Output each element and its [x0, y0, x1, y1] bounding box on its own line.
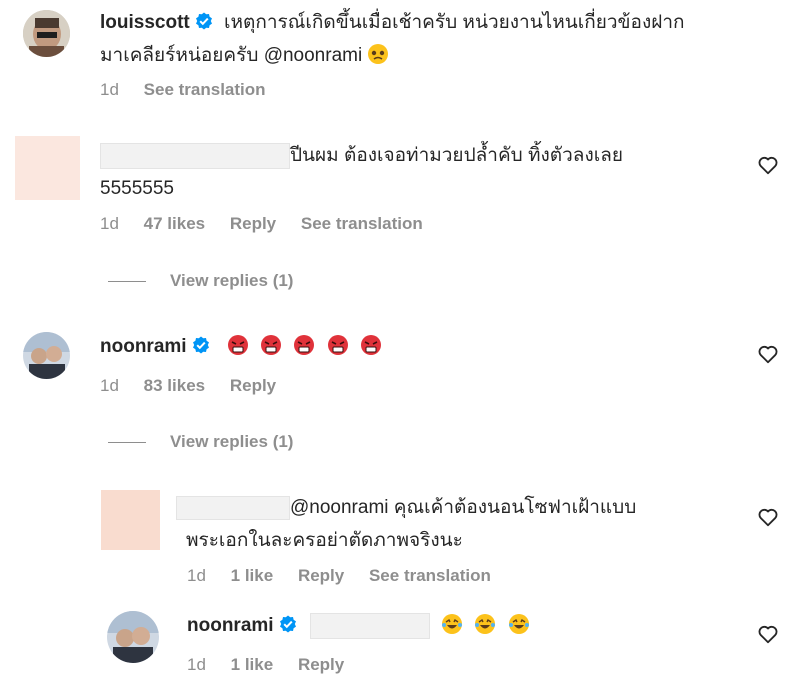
username[interactable]: noonrami	[100, 336, 187, 357]
angry-face-emoji	[294, 335, 315, 355]
comment-text: ปีนผม ต้องเจอท่ามวยปล้ำคับ ทิ้งตัวลงเลย …	[100, 139, 740, 205]
angry-face-emoji	[261, 335, 282, 355]
comment-meta: 1d 83 likes Reply	[100, 376, 296, 396]
view-replies-label: View replies (1)	[170, 271, 294, 290]
username[interactable]: noonrami	[187, 615, 274, 636]
divider-line	[108, 281, 146, 283]
comment-meta: 1d 1 like Reply	[187, 655, 364, 675]
redacted-username	[176, 495, 290, 520]
likes-count[interactable]: 47 likes	[144, 214, 205, 233]
timestamp[interactable]: 1d	[100, 214, 119, 233]
username[interactable]: louisscott	[100, 12, 190, 33]
avatar[interactable]	[101, 490, 160, 550]
comment-text: noonrami	[100, 330, 388, 363]
likes-count[interactable]: 1 like	[231, 566, 274, 585]
see-translation-button[interactable]: See translation	[144, 80, 266, 99]
comment-body-line1: @noonrami คุณเค้าต้องนอนโซฟาเฝ้าแบบ	[290, 497, 637, 518]
redacted-mention	[309, 612, 430, 639]
comment-body-line2: พระเอกในละครอย่าตัดภาพจริงนะ	[186, 530, 463, 551]
heart-outline-icon[interactable]	[757, 343, 779, 365]
laughing-tears-emoji	[508, 614, 529, 634]
comment-body-line2: 5555555	[100, 178, 174, 199]
view-replies-button[interactable]: View replies (1)	[108, 271, 293, 291]
pleading-face-emoji	[368, 44, 389, 64]
angry-face-emoji	[327, 335, 348, 355]
view-replies-label: View replies (1)	[170, 432, 294, 451]
avatar[interactable]	[23, 332, 70, 379]
reply-button[interactable]: Reply	[298, 655, 344, 674]
avatar[interactable]	[23, 10, 70, 57]
comment-meta: 1d 47 likes Reply See translation	[100, 214, 443, 234]
timestamp[interactable]: 1d	[100, 376, 119, 395]
avatar-photo	[23, 10, 70, 57]
comment-body-line2: มาเคลียร์หน่อยครับ @noonrami	[100, 45, 363, 66]
reply-button[interactable]: Reply	[298, 566, 344, 585]
angry-face-emoji	[360, 335, 381, 355]
see-translation-button[interactable]: See translation	[301, 214, 423, 233]
reply-button[interactable]: Reply	[230, 214, 276, 233]
angry-face-emoji	[227, 335, 248, 355]
laughing-tears-emoji	[475, 614, 496, 634]
see-translation-button[interactable]: See translation	[369, 566, 491, 585]
comment-body-line1: ปีนผม ต้องเจอท่ามวยปล้ำคับ ทิ้งตัวลงเลย	[290, 145, 623, 166]
comment-body-line1: เหตุการณ์เกิดขึ้นเมื่อเช้าครับ หน่วยงานไ…	[224, 12, 685, 33]
likes-count[interactable]: 83 likes	[144, 376, 205, 395]
avatar[interactable]	[107, 611, 159, 663]
verified-badge-icon	[195, 12, 212, 30]
avatar[interactable]	[15, 136, 80, 200]
redacted-username	[100, 142, 290, 169]
comment-meta: 1d 1 like Reply See translation	[187, 566, 511, 586]
reply-button[interactable]: Reply	[230, 376, 276, 395]
divider-line	[108, 442, 146, 444]
timestamp[interactable]: 1d	[100, 80, 119, 99]
timestamp[interactable]: 1d	[187, 566, 206, 585]
comment-text: @noonrami คุณเค้าต้องนอนโซฟาเฝ้าแบบ พระเ…	[176, 491, 746, 557]
emoji-group	[227, 335, 388, 357]
comment-meta: 1d See translation	[100, 80, 286, 100]
heart-outline-icon[interactable]	[757, 154, 779, 176]
view-replies-button[interactable]: View replies (1)	[108, 432, 293, 452]
likes-count[interactable]: 1 like	[231, 655, 274, 674]
avatar-photo	[107, 611, 159, 663]
laughing-tears-emoji	[442, 614, 463, 634]
timestamp[interactable]: 1d	[187, 655, 206, 674]
heart-outline-icon[interactable]	[757, 506, 779, 528]
verified-badge-icon	[192, 336, 209, 354]
comment-text: noonrami	[187, 609, 536, 642]
avatar-photo	[23, 332, 70, 379]
verified-badge-icon	[279, 615, 296, 633]
comment-text: louisscott เหตุการณ์เกิดขึ้นเมื่อเช้าครั…	[100, 6, 760, 72]
heart-outline-icon[interactable]	[757, 623, 779, 645]
